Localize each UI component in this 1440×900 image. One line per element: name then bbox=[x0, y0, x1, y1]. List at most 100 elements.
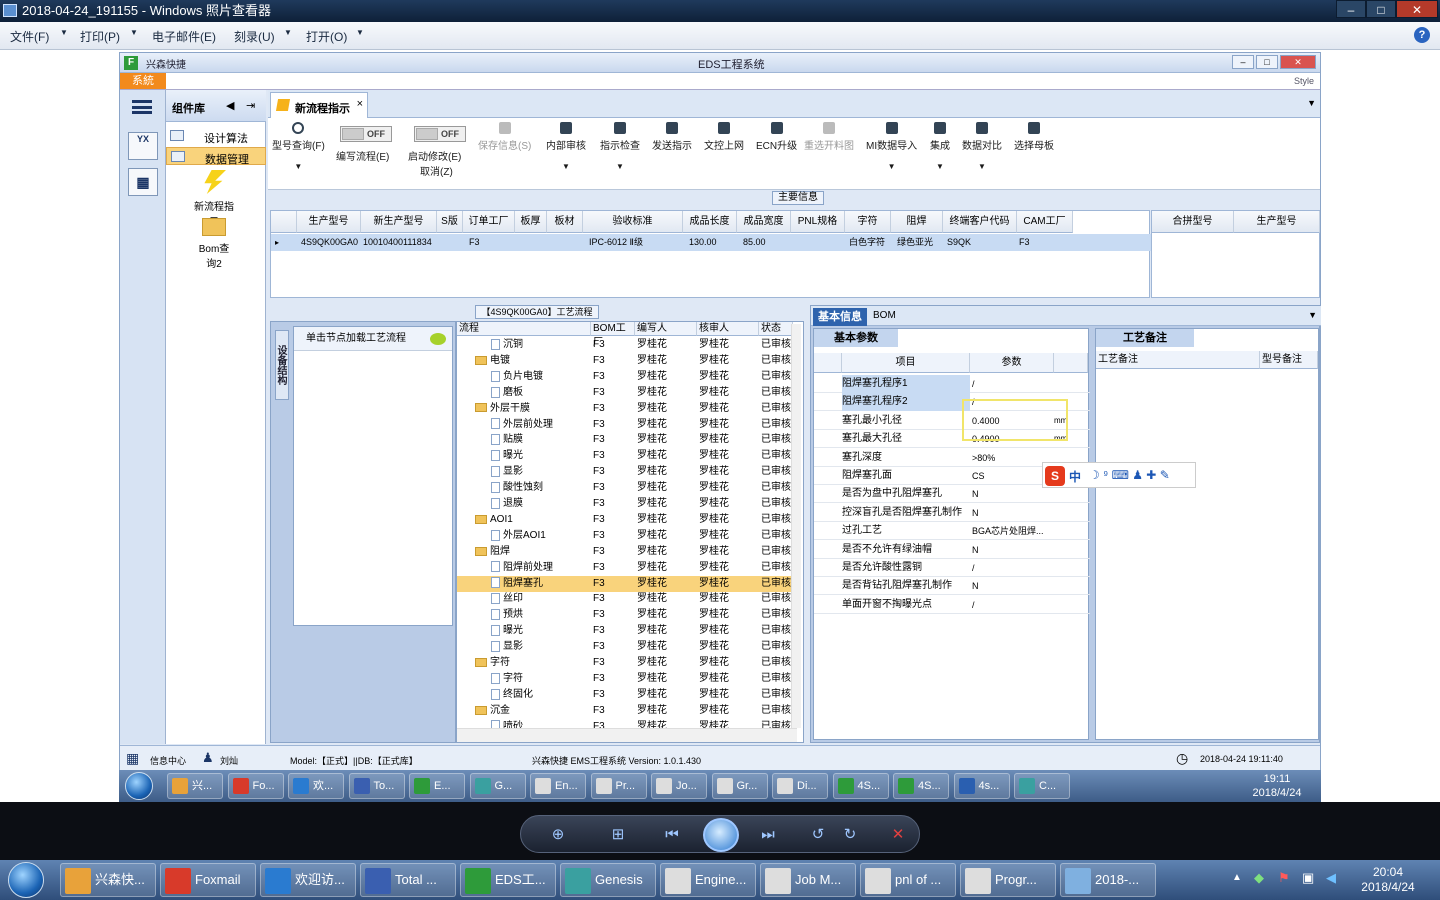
tray-app-icon[interactable]: ◆ bbox=[1254, 870, 1264, 886]
taskbar-item[interactable]: Progr... bbox=[960, 863, 1056, 897]
zoom-icon[interactable]: ⊕ bbox=[549, 826, 567, 844]
grid-header[interactable]: 生产型号 bbox=[297, 211, 361, 233]
tree-row[interactable]: 外层干膜 F3 罗桂花 罗桂花 已审核 bbox=[457, 401, 797, 417]
tree-row[interactable]: 阻焊塞孔 F3 罗桂花 罗桂花 已审核 bbox=[457, 575, 797, 592]
tree-row[interactable]: 显影 F3 罗桂花 罗桂花 已审核 bbox=[457, 639, 797, 655]
internal-review-button[interactable]: 内部审核 ▼ bbox=[546, 122, 586, 171]
tree-row[interactable]: AOI1 F3 罗桂花 罗桂花 已审核 bbox=[457, 512, 797, 528]
tree-header[interactable]: 核审人 bbox=[697, 322, 759, 336]
taskbar-item[interactable]: 2018-... bbox=[1060, 863, 1156, 897]
ime-mode[interactable]: 中 bbox=[1069, 468, 1081, 485]
tree-row[interactable]: 负片电镀 F3 罗桂花 罗桂花 已审核 bbox=[457, 369, 797, 385]
tree-row[interactable]: 曝光 F3 罗桂花 罗桂花 已审核 bbox=[457, 448, 797, 464]
taskbar-item[interactable]: Job M... bbox=[760, 863, 856, 897]
maximize-button[interactable]: □ bbox=[1366, 0, 1396, 18]
pin-icon[interactable]: ⇥ bbox=[246, 99, 255, 112]
rotate-right-icon[interactable]: ↻ bbox=[841, 826, 859, 844]
help-icon[interactable]: ? bbox=[1414, 27, 1430, 43]
param-value[interactable]: / bbox=[972, 596, 1054, 614]
grid-header[interactable]: 型号备注 bbox=[1260, 351, 1318, 369]
enable-modify-toggle[interactable]: OFF bbox=[414, 126, 466, 142]
send-button[interactable]: 发送指示 bbox=[652, 122, 692, 152]
cancel-label[interactable]: 取消(Z) bbox=[420, 163, 453, 178]
tree-row[interactable]: 沉铜 F3 罗桂花 罗桂花 已审核 bbox=[457, 337, 797, 353]
start-orb-icon[interactable] bbox=[8, 862, 44, 898]
tree-row[interactable]: 磨板 F3 罗桂花 罗桂花 已审核 bbox=[457, 385, 797, 401]
component-item-design[interactable]: 设计算法 bbox=[166, 127, 266, 145]
tree-row[interactable]: 外层前处理 F3 罗桂花 罗桂花 已审核 bbox=[457, 417, 797, 433]
tree-row[interactable]: 字符 F3 罗桂花 罗桂花 已审核 bbox=[457, 655, 797, 671]
param-row[interactable]: 是否不允许有绿油帽 N bbox=[814, 541, 1090, 559]
inner-taskbar-item[interactable]: 4S... bbox=[832, 773, 889, 799]
taskbar-clock[interactable]: 20:04 2018/4/24 bbox=[1350, 865, 1426, 895]
tree-header[interactable]: 流程 bbox=[457, 322, 591, 336]
inner-taskbar-item[interactable]: En... bbox=[530, 773, 586, 799]
inner-taskbar-item[interactable]: Pr... bbox=[590, 773, 647, 799]
inner-taskbar-item[interactable]: 欢... bbox=[288, 773, 344, 799]
tree-header[interactable]: BOM工厂 bbox=[591, 322, 635, 348]
reselect-button[interactable]: 重选开料图 bbox=[804, 122, 854, 152]
menu-email[interactable]: 电子邮件(E) bbox=[152, 28, 216, 45]
check-button[interactable]: 指示检查 ▼ bbox=[600, 122, 640, 171]
tray-volume-icon[interactable]: ◀ bbox=[1326, 870, 1336, 886]
param-row[interactable]: 是否为盘中孔阻焊塞孔 N bbox=[814, 485, 1090, 504]
previous-icon[interactable]: ⏮ bbox=[663, 826, 681, 844]
sub-tab-basic-params[interactable]: 基本参数 bbox=[814, 329, 898, 347]
grid-header[interactable]: 板厚 bbox=[515, 211, 547, 233]
tab-new-flow[interactable]: 新流程指示 × bbox=[270, 92, 368, 118]
horizontal-scrollbar[interactable] bbox=[457, 728, 797, 742]
close-button[interactable]: ✕ bbox=[1396, 0, 1438, 18]
inner-taskbar-item[interactable]: Jo... bbox=[651, 773, 707, 799]
taskbar-item[interactable]: Total ... bbox=[360, 863, 456, 897]
query-button[interactable]: 型号查询(F) ▼ bbox=[272, 122, 325, 171]
param-value[interactable]: BGA芯片处阻焊... bbox=[972, 522, 1054, 540]
grid-header[interactable]: 板材 bbox=[547, 211, 583, 233]
ecn-button[interactable]: ECN升级 bbox=[756, 122, 797, 152]
menu-print[interactable]: 打印(P) bbox=[80, 28, 120, 45]
grid-header[interactable]: 生产型号 bbox=[1234, 211, 1320, 233]
param-value[interactable]: / bbox=[972, 559, 1054, 577]
tab-bom[interactable]: BOM bbox=[873, 310, 896, 321]
param-row[interactable]: 是否允许酸性露铜 / bbox=[814, 559, 1090, 577]
taskbar-item[interactable]: Genesis bbox=[560, 863, 656, 897]
tree-row[interactable]: 电镀 F3 罗桂花 罗桂花 已审核 bbox=[457, 353, 797, 369]
style-label[interactable]: Style bbox=[1294, 76, 1314, 86]
app-minimize-button[interactable]: – bbox=[1232, 55, 1254, 69]
tree-header[interactable]: 编写人 bbox=[635, 322, 697, 336]
process-hint[interactable]: 单击节点加载工艺流程 bbox=[294, 327, 452, 351]
grid-header[interactable]: 阻焊 bbox=[891, 211, 943, 233]
inner-taskbar-item[interactable]: E... bbox=[409, 773, 465, 799]
tree-row[interactable]: 阻焊前处理 F3 罗桂花 罗桂花 已审核 bbox=[457, 560, 797, 576]
taskbar-item[interactable]: EDS工... bbox=[460, 863, 556, 897]
upload-button[interactable]: 文控上网 bbox=[704, 122, 744, 152]
tray-network-icon[interactable]: ▣ bbox=[1302, 870, 1314, 886]
param-row[interactable]: 是否背钻孔阻焊塞孔制作 N bbox=[814, 577, 1090, 596]
delete-icon[interactable]: ✕ bbox=[889, 826, 907, 844]
inner-taskbar-item[interactable]: Fo... bbox=[227, 773, 284, 799]
tray-flag-icon[interactable]: ⚑ bbox=[1278, 870, 1290, 886]
taskbar-item[interactable]: 兴森快... bbox=[60, 863, 156, 897]
menu-burn[interactable]: 刻录(U) bbox=[234, 28, 275, 45]
next-icon[interactable]: ⏭ bbox=[759, 826, 777, 844]
chevron-down-icon[interactable]: ▼ bbox=[1307, 98, 1316, 108]
tree-row[interactable]: 字符 F3 罗桂花 罗桂花 已审核 bbox=[457, 671, 797, 687]
vertical-scrollbar[interactable] bbox=[791, 324, 801, 728]
chevron-down-icon[interactable]: ▼ bbox=[1308, 310, 1317, 320]
grid-header[interactable]: 新生产型号 bbox=[361, 211, 437, 233]
tree-row[interactable]: 贴膜 F3 罗桂花 罗桂花 已审核 bbox=[457, 432, 797, 448]
param-row[interactable]: 阻焊塞孔程序1/ bbox=[814, 375, 1090, 393]
slideshow-button[interactable] bbox=[703, 818, 739, 852]
tree-row[interactable]: 丝印 F3 罗桂花 罗桂花 已审核 bbox=[457, 591, 797, 607]
template-button[interactable]: 选择母板 bbox=[1014, 122, 1054, 152]
sub-tab-remarks[interactable]: 工艺备注 bbox=[1096, 329, 1194, 347]
tray-arrow-icon[interactable]: ▲ bbox=[1232, 872, 1242, 883]
inner-taskbar-item[interactable]: Gr... bbox=[711, 773, 768, 799]
menu-open[interactable]: 打开(O) bbox=[306, 28, 347, 45]
tree-row[interactable]: 曝光 F3 罗桂花 罗桂花 已审核 bbox=[457, 623, 797, 639]
param-row[interactable]: 控深盲孔是否阻焊塞孔制作 N bbox=[814, 504, 1090, 522]
grid-header[interactable]: 参数 bbox=[970, 353, 1054, 373]
taskbar-item[interactable]: Engine... bbox=[660, 863, 756, 897]
param-row[interactable]: 过孔工艺 BGA芯片处阻焊... bbox=[814, 522, 1090, 541]
calculator-icon[interactable]: ▦ bbox=[128, 168, 158, 196]
inner-taskbar-item[interactable]: G... bbox=[469, 773, 526, 799]
